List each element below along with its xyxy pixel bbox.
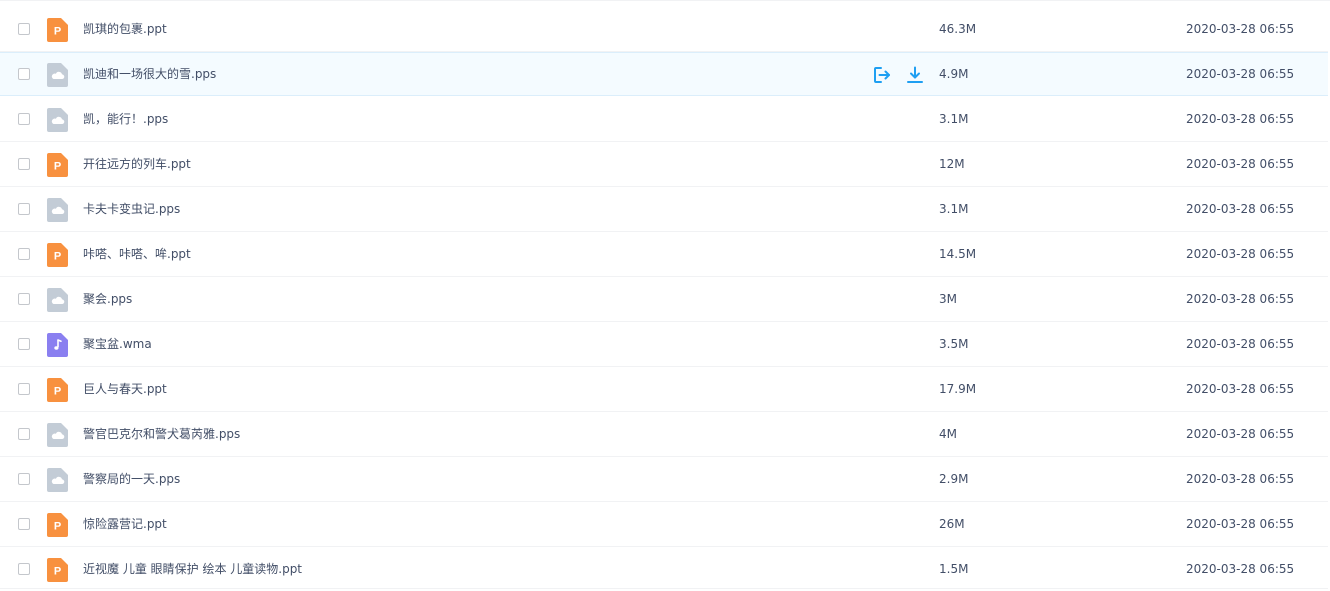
file-size: 46.3M [939, 22, 977, 36]
pps-icon [47, 423, 68, 447]
file-size: 3.1M [939, 202, 969, 216]
file-size: 1.5M [939, 562, 969, 576]
row-checkbox[interactable] [18, 23, 30, 35]
file-size: 4M [939, 427, 957, 441]
ppt-icon: P [47, 18, 68, 42]
svg-text:P: P [54, 251, 61, 263]
file-size: 17.9M [939, 382, 977, 396]
pps-icon [47, 288, 68, 312]
row-checkbox[interactable] [18, 428, 30, 440]
pps-icon [47, 108, 68, 132]
file-name[interactable]: 聚宝盆.wma [83, 323, 152, 366]
file-date: 2020-03-28 06:55 [1186, 247, 1295, 261]
row-checkbox[interactable] [18, 113, 30, 125]
row-checkbox[interactable] [18, 473, 30, 485]
ppt-icon: P [47, 153, 68, 177]
svg-text:P: P [54, 161, 61, 173]
file-name[interactable]: 凯迪和一场很大的雪.pps [83, 53, 216, 96]
svg-text:P: P [54, 26, 61, 38]
file-name[interactable]: 凯，能行！.pps [83, 98, 168, 141]
file-date: 2020-03-28 06:55 [1186, 22, 1295, 36]
file-row[interactable]: P 开往远方的列车.ppt 12M 2020-03-28 06:55 [0, 143, 1328, 187]
row-checkbox[interactable] [18, 68, 30, 80]
row-checkbox[interactable] [18, 338, 30, 350]
download-icon[interactable] [905, 65, 925, 85]
file-date: 2020-03-28 06:55 [1186, 337, 1295, 351]
file-name[interactable]: 聚会.pps [83, 278, 132, 321]
row-checkbox[interactable] [18, 203, 30, 215]
pps-icon [47, 468, 68, 492]
pps-icon [47, 63, 68, 87]
file-size: 2.9M [939, 472, 969, 486]
file-date: 2020-03-28 06:55 [1186, 157, 1295, 171]
file-name[interactable]: 警官巴克尔和警犬葛芮雅.pps [83, 413, 240, 456]
file-name[interactable]: 凯琪的包裹.ppt [83, 8, 167, 51]
file-row[interactable]: P 巨人与春天.ppt 17.9M 2020-03-28 06:55 [0, 368, 1328, 412]
pps-icon [47, 198, 68, 222]
ppt-icon: P [47, 513, 68, 537]
file-name[interactable]: 开往远方的列车.ppt [83, 143, 191, 186]
file-size: 4.9M [939, 67, 969, 81]
file-row[interactable]: 警官巴克尔和警犬葛芮雅.pps 4M 2020-03-28 06:55 [0, 413, 1328, 457]
file-row[interactable]: P 凯琪的包裹.ppt 46.3M 2020-03-28 06:55 [0, 8, 1328, 52]
file-name[interactable]: 咔嗒、咔嗒、哞.ppt [83, 233, 191, 276]
svg-text:P: P [54, 386, 61, 398]
row-checkbox[interactable] [18, 383, 30, 395]
file-date: 2020-03-28 06:55 [1186, 472, 1295, 486]
file-date: 2020-03-28 06:55 [1186, 562, 1295, 576]
file-size: 3M [939, 292, 957, 306]
file-date: 2020-03-28 06:55 [1186, 292, 1295, 306]
ppt-icon: P [47, 558, 68, 582]
file-size: 3.1M [939, 112, 969, 126]
file-size: 14.5M [939, 247, 977, 261]
file-name[interactable]: 警察局的一天.pps [83, 458, 180, 501]
row-checkbox[interactable] [18, 248, 30, 260]
svg-text:P: P [54, 566, 61, 578]
row-actions [872, 65, 925, 85]
ppt-icon: P [47, 378, 68, 402]
file-row[interactable]: 聚宝盆.wma 3.5M 2020-03-28 06:55 [0, 323, 1328, 367]
file-row[interactable]: 凯迪和一场很大的雪.pps 4.9M 2020-03-28 06:55 [0, 52, 1328, 96]
row-checkbox[interactable] [18, 158, 30, 170]
file-row[interactable]: 警察局的一天.pps 2.9M 2020-03-28 06:55 [0, 458, 1328, 502]
file-name[interactable]: 卡夫卡变虫记.pps [83, 188, 180, 231]
row-checkbox[interactable] [18, 293, 30, 305]
file-size: 3.5M [939, 337, 969, 351]
file-date: 2020-03-28 06:55 [1186, 112, 1295, 126]
share-export-icon[interactable] [872, 65, 892, 85]
file-date: 2020-03-28 06:55 [1186, 67, 1295, 81]
ppt-icon: P [47, 243, 68, 267]
file-size: 12M [939, 157, 965, 171]
file-date: 2020-03-28 06:55 [1186, 202, 1295, 216]
svg-text:P: P [54, 521, 61, 533]
file-date: 2020-03-28 06:55 [1186, 517, 1295, 531]
file-row[interactable]: 卡夫卡变虫记.pps 3.1M 2020-03-28 06:55 [0, 188, 1328, 232]
file-name[interactable]: 惊险露营记.ppt [83, 503, 167, 546]
file-row[interactable]: 凯，能行！.pps 3.1M 2020-03-28 06:55 [0, 98, 1328, 142]
file-list: P 凯琪的包裹.ppt 46.3M 2020-03-28 06:55 凯迪和一场… [0, 0, 1330, 589]
file-row[interactable]: P 咔嗒、咔嗒、哞.ppt 14.5M 2020-03-28 06:55 [0, 233, 1328, 277]
file-row[interactable]: 聚会.pps 3M 2020-03-28 06:55 [0, 278, 1328, 322]
file-name[interactable]: 近视魔 儿童 眼睛保护 绘本 儿童读物.ppt [83, 548, 302, 591]
audio-icon [47, 333, 68, 357]
file-row[interactable]: P 近视魔 儿童 眼睛保护 绘本 儿童读物.ppt 1.5M 2020-03-2… [0, 548, 1328, 589]
file-date: 2020-03-28 06:55 [1186, 382, 1295, 396]
file-row[interactable]: P 惊险露营记.ppt 26M 2020-03-28 06:55 [0, 503, 1328, 547]
row-checkbox[interactable] [18, 563, 30, 575]
row-checkbox[interactable] [18, 518, 30, 530]
file-size: 26M [939, 517, 965, 531]
file-date: 2020-03-28 06:55 [1186, 427, 1295, 441]
file-name[interactable]: 巨人与春天.ppt [83, 368, 167, 411]
